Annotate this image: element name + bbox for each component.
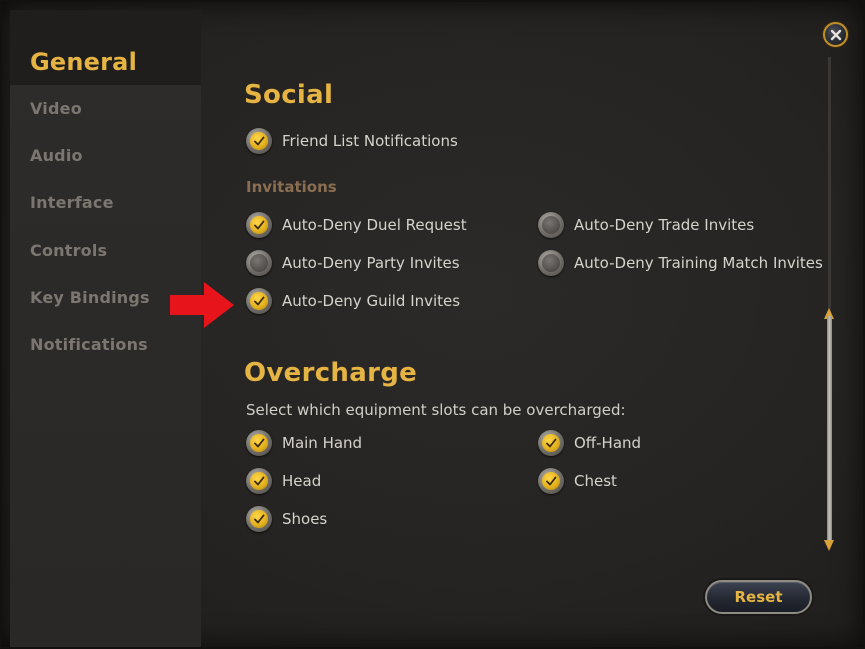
checkbox[interactable] (246, 128, 272, 154)
red-arrow-icon (170, 282, 234, 328)
option-friend-list-notifications[interactable]: Friend List Notifications (246, 126, 458, 156)
checkbox[interactable] (246, 250, 272, 276)
option-head[interactable]: Head (246, 466, 321, 496)
checkmark-icon (254, 438, 265, 448)
overcharge-description: Select which equipment slots can be over… (246, 401, 626, 419)
overcharge-section-title: Overcharge (244, 358, 418, 388)
option-label: Shoes (282, 510, 328, 528)
settings-window: General Video Audio Interface Controls K… (0, 0, 865, 649)
sidebar-item-audio[interactable]: Audio (10, 146, 201, 165)
sidebar-item-general[interactable]: General (10, 10, 201, 85)
checkmark-icon (546, 476, 557, 486)
option-chest[interactable]: Chest (538, 466, 617, 496)
option-auto-deny-guild-invites[interactable]: Auto-Deny Guild Invites (246, 286, 460, 316)
checkbox[interactable] (538, 468, 564, 494)
option-label: Auto-Deny Duel Request (282, 216, 467, 234)
option-auto-deny-trade-invites[interactable]: Auto-Deny Trade Invites (538, 210, 754, 240)
checkmark-icon (546, 438, 557, 448)
option-label: Auto-Deny Trade Invites (574, 216, 755, 234)
social-section-title: Social (244, 80, 334, 110)
checkbox[interactable] (246, 430, 272, 456)
reset-button[interactable]: Reset (705, 580, 812, 614)
option-auto-deny-party-invites[interactable]: Auto-Deny Party Invites (246, 248, 460, 278)
option-label: Friend List Notifications (282, 132, 458, 150)
checkbox[interactable] (538, 430, 564, 456)
checkmark-icon (254, 220, 265, 230)
close-icon (830, 29, 841, 40)
checkmark-icon (254, 136, 265, 146)
checkbox[interactable] (246, 468, 272, 494)
checkbox[interactable] (246, 288, 272, 314)
option-label: Auto-Deny Party Invites (282, 254, 460, 272)
sidebar-item-notifications[interactable]: Notifications (10, 335, 201, 354)
scroll-down-arrow-icon (824, 540, 834, 551)
checkbox[interactable] (538, 250, 564, 276)
option-main-hand[interactable]: Main Hand (246, 428, 362, 458)
checkmark-icon (254, 476, 265, 486)
sidebar-item-controls[interactable]: Controls (10, 241, 201, 260)
scrollbar-thumb[interactable] (824, 308, 835, 551)
option-off-hand[interactable]: Off-Hand (538, 428, 641, 458)
sidebar-item-video[interactable]: Video (10, 99, 201, 118)
checkbox[interactable] (246, 212, 272, 238)
option-auto-deny-duel-request[interactable]: Auto-Deny Duel Request (246, 210, 467, 240)
option-shoes[interactable]: Shoes (246, 504, 327, 534)
close-button[interactable] (823, 22, 848, 47)
option-label: Auto-Deny Training Match Invites (574, 254, 823, 272)
option-auto-deny-training-match-invites[interactable]: Auto-Deny Training Match Invites (538, 248, 823, 278)
sidebar-item-interface[interactable]: Interface (10, 193, 201, 212)
option-label: Head (282, 472, 322, 490)
checkbox[interactable] (538, 212, 564, 238)
checkmark-icon (254, 514, 265, 524)
option-label: Main Hand (282, 434, 363, 452)
option-label: Auto-Deny Guild Invites (282, 292, 461, 310)
invitations-heading: Invitations (246, 178, 337, 196)
checkbox[interactable] (246, 506, 272, 532)
option-label: Chest (574, 472, 617, 490)
option-label: Off-Hand (574, 434, 642, 452)
checkmark-icon (254, 296, 265, 306)
